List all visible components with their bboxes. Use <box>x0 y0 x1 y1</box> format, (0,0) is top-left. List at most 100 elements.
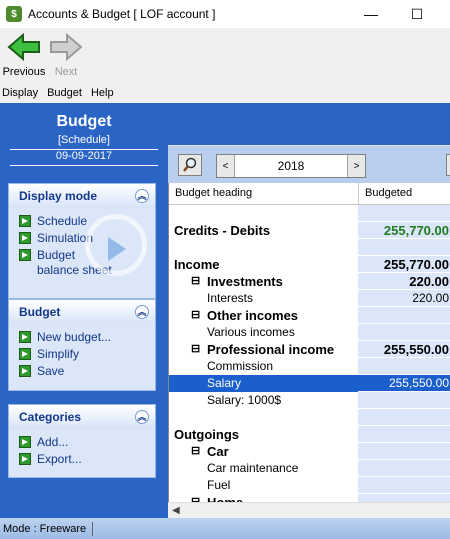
row-budgeted-value: 255,550.00 <box>383 342 449 357</box>
link-export[interactable]: Export... <box>19 452 155 467</box>
row-heading: Commission <box>207 359 274 373</box>
table-row[interactable]: Income 255,770.00 <box>169 256 450 273</box>
row-heading: Other incomes <box>207 308 299 323</box>
table-row[interactable]: Outgoings <box>169 426 450 443</box>
grid-rows: Credits - Debits 255,770.00 Income 255,770.… <box>169 205 450 502</box>
table-row[interactable]: ⊟ Home <box>169 494 450 502</box>
table-row[interactable]: Fuel <box>169 477 450 494</box>
status-separator <box>92 521 94 536</box>
table-row[interactable]: ⊟ Car <box>169 443 450 460</box>
table-row[interactable] <box>169 205 450 222</box>
title-bar: $ Accounts & Budget [ LOF account ] — ☐ <box>0 0 450 28</box>
budgeted-cell-bg <box>358 494 450 502</box>
collapse-icon[interactable]: ︽ <box>135 410 149 424</box>
search-button[interactable] <box>178 154 202 176</box>
menu-bar: Display Budget Help <box>0 84 450 102</box>
year-nav-strip: < 2018 > <box>168 145 450 183</box>
budgeted-cell-bg <box>358 358 450 375</box>
row-heading: Home <box>207 495 243 502</box>
collapse-icon[interactable]: ︽ <box>135 189 149 203</box>
window-title: Accounts & Budget [ LOF account ] <box>28 7 216 21</box>
green-arrow-icon <box>19 215 31 227</box>
budgeted-cell-bg <box>358 324 450 341</box>
budgeted-cell-bg <box>358 239 450 256</box>
table-row[interactable]: Credits - Debits 255,770.00 <box>169 222 450 239</box>
left-panel: Budget [Schedule] 09-09-2017 Display mod… <box>0 103 168 518</box>
collapse-tree-icon[interactable]: ⊟ <box>191 308 200 321</box>
budgeted-cell-bg <box>358 443 450 460</box>
table-row[interactable] <box>169 239 450 256</box>
col-budget-heading[interactable]: Budget heading <box>175 187 252 199</box>
grid-column-header: Budget heading Budgeted <box>169 183 450 205</box>
green-arrow-icon <box>19 232 31 244</box>
table-row[interactable]: Car maintenance <box>169 460 450 477</box>
table-row[interactable]: Various incomes <box>169 324 450 341</box>
collapse-icon[interactable]: ︽ <box>135 305 149 319</box>
link-add[interactable]: Add... <box>19 435 155 450</box>
budgeted-cell-bg <box>358 460 450 477</box>
link-label: Schedule <box>37 214 88 228</box>
year-selector: < 2018 > <box>216 154 366 178</box>
row-heading: Interests <box>207 291 254 305</box>
link-new-budget[interactable]: New budget... <box>19 330 155 345</box>
link-simplify[interactable]: Simplify <box>19 347 155 362</box>
display-mode-title: Display mode <box>19 189 98 203</box>
link-label: Save <box>37 364 65 378</box>
table-row[interactable]: ⊟ Other incomes <box>169 307 450 324</box>
divider <box>10 165 158 166</box>
budgeted-cell-bg <box>358 392 450 409</box>
collapse-tree-icon[interactable]: ⊟ <box>191 444 200 457</box>
extra-button[interactable] <box>446 154 450 176</box>
previous-year-button[interactable]: < <box>217 155 235 177</box>
watermark-arrow-icon <box>85 214 147 276</box>
row-heading: Salary: 1000$ <box>207 393 282 407</box>
year-value[interactable]: 2018 <box>235 159 347 173</box>
col-budgeted[interactable]: Budgeted <box>365 187 412 199</box>
table-row[interactable]: Salary: 1000$ <box>169 392 450 409</box>
table-row[interactable]: ⊟ Professional income 255,550.00 <box>169 341 450 358</box>
scroll-left-arrow-icon[interactable]: ◀ <box>172 505 180 516</box>
table-row[interactable]: ⊟ Investments 220.00 <box>169 273 450 290</box>
grid-header-band: < 2018 > <box>168 103 450 183</box>
row-heading: Car maintenance <box>207 461 299 475</box>
categories-header[interactable]: Categories ︽ <box>9 405 155 429</box>
menu-budget[interactable]: Budget <box>47 87 87 99</box>
table-row[interactable]: Interests 220.00 <box>169 290 450 307</box>
link-label: Add... <box>37 435 69 449</box>
row-heading: Salary <box>207 376 242 390</box>
table-row[interactable] <box>169 409 450 426</box>
previous-button[interactable]: Previous <box>0 30 48 82</box>
minimize-button[interactable]: — <box>348 0 394 28</box>
row-budgeted-value: 220.00 <box>412 291 449 305</box>
status-mode: Mode : Freeware <box>3 522 87 535</box>
table-row[interactable]: Salary 255,550.00 <box>169 375 450 392</box>
green-arrow-icon <box>19 348 31 360</box>
row-heading: Fuel <box>207 478 231 492</box>
collapse-tree-icon[interactable]: ⊟ <box>191 342 200 355</box>
schedule-label: [Schedule] <box>58 134 110 146</box>
green-arrow-icon <box>19 331 31 343</box>
collapse-tree-icon[interactable]: ⊟ <box>191 495 200 502</box>
budgeted-cell-bg <box>358 205 450 222</box>
row-heading: Various incomes <box>207 325 295 339</box>
next-button[interactable]: Next <box>42 30 90 82</box>
menu-display[interactable]: Display <box>2 87 43 99</box>
maximize-button[interactable]: ☐ <box>394 0 440 28</box>
budget-grid: Budget heading Budgeted Credits - Debits… <box>168 183 450 502</box>
menu-help[interactable]: Help <box>91 87 119 99</box>
green-arrow-icon <box>19 453 31 465</box>
display-mode-header[interactable]: Display mode ︽ <box>9 184 155 208</box>
budget-header[interactable]: Budget ︽ <box>9 300 155 324</box>
row-heading: Car <box>207 444 229 459</box>
table-row[interactable]: Commission <box>169 358 450 375</box>
categories-box: Categories ︽ Add... Export... <box>8 404 156 478</box>
collapse-tree-icon[interactable]: ⊟ <box>191 274 200 287</box>
link-save[interactable]: Save <box>19 364 155 379</box>
row-budgeted-value: 220.00 <box>409 274 449 289</box>
horizontal-scrollbar[interactable]: ◀ <box>168 502 450 518</box>
magnifier-icon <box>183 157 197 172</box>
column-separator <box>358 183 359 205</box>
row-heading: Outgoings <box>174 427 239 442</box>
categories-title: Categories <box>19 410 82 424</box>
next-year-button[interactable]: > <box>347 155 365 177</box>
